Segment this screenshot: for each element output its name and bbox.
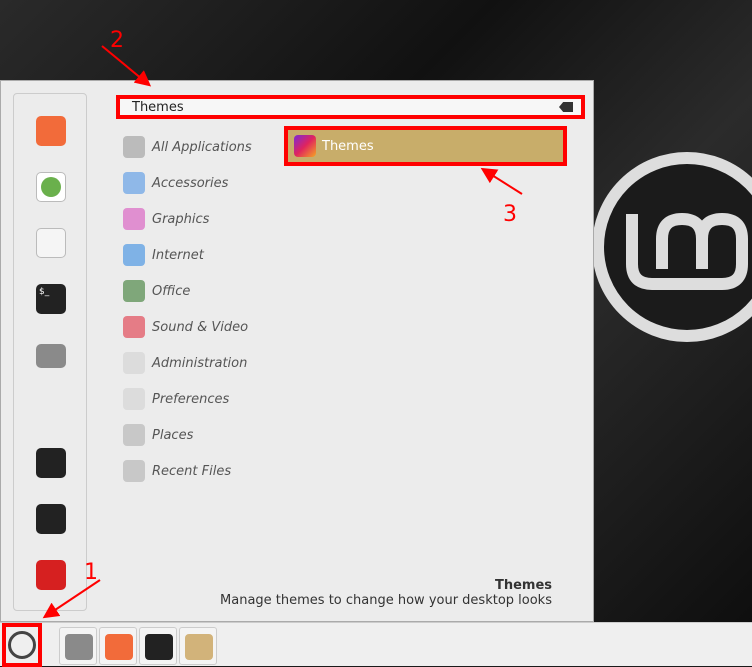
annotation-3: 3 — [503, 202, 517, 227]
annotation-1: 1 — [84, 560, 98, 585]
annotation-arrows — [42, 45, 523, 619]
annotation-2: 2 — [110, 28, 124, 53]
